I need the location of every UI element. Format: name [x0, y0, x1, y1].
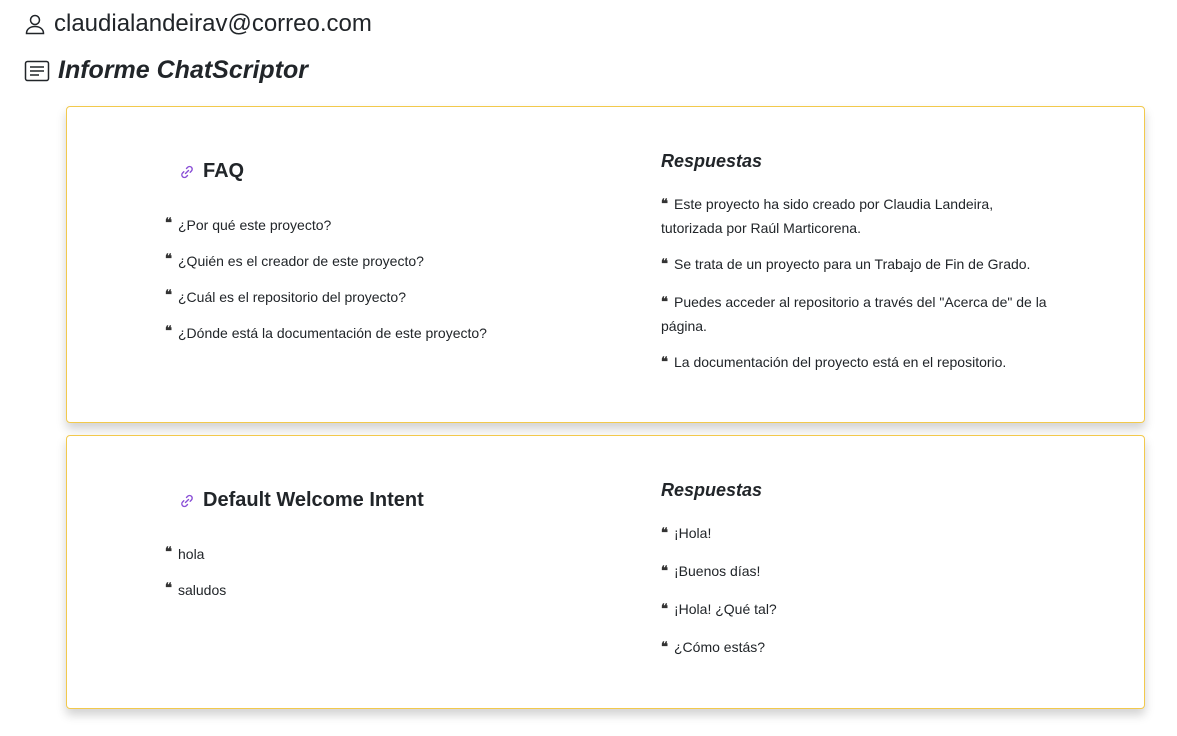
- response-text: Se trata de un proyecto para un Trabajo …: [674, 256, 1031, 272]
- intent-card-faq: FAQ ❝ ¿Por qué este proyecto? ❝ ¿Quién es …: [66, 106, 1145, 423]
- responses-title: Respuestas: [661, 480, 763, 500]
- link-icon[interactable]: [179, 164, 195, 180]
- response-text: ¿Cómo estás?: [674, 639, 766, 655]
- intent-name: FAQ: [203, 160, 245, 182]
- quote-icon: ❝: [165, 545, 172, 560]
- list-item: ❝ ¡Hola!: [661, 522, 1051, 546]
- question-text: hola: [178, 546, 205, 562]
- list-item: ❝ hola: [165, 544, 585, 564]
- question-text: ¿Quién es el creador de este proyecto?: [178, 253, 424, 269]
- question-text: saludos: [178, 582, 227, 598]
- user-icon: [24, 13, 46, 35]
- link-icon[interactable]: [179, 493, 195, 509]
- response-text: ¡Hola! ¿Qué tal?: [674, 601, 777, 617]
- question-text: ¿Por qué este proyecto?: [178, 217, 332, 233]
- quote-icon: ❝: [165, 288, 172, 303]
- list-item: ❝ ¿Cómo estás?: [661, 636, 1051, 660]
- quote-icon: ❝: [661, 526, 668, 541]
- intent-title: Default Welcome Intent: [179, 489, 424, 512]
- list-item: ❝ Se trata de un proyecto para un Trabajo…: [661, 253, 1051, 277]
- response-list: ❝ Este proyecto ha sido creado por Claudi…: [661, 193, 1051, 389]
- question-list: ❝ ¿Por qué este proyecto? ❝ ¿Quién es el c…: [165, 215, 585, 359]
- intent-card-welcome: Default Welcome Intent ❝ hola ❝ saludos Re…: [66, 435, 1145, 709]
- response-text: Este proyecto ha sido creado por Claudia…: [661, 196, 994, 236]
- quote-icon: ❝: [661, 640, 668, 655]
- response-text: ¡Hola!: [674, 525, 712, 541]
- response-list: ❝ ¡Hola! ❝ ¡Buenos días! ❝ ¡Hola! ¿Qué tal?…: [661, 522, 1051, 674]
- user-header: claudialandeirav@correo.com: [24, 10, 372, 38]
- question-text: ¿Cuál es el repositorio del proyecto?: [178, 289, 407, 305]
- responses-title: Respuestas: [661, 151, 763, 171]
- list-item: ❝ Puedes acceder al repositorio a través …: [661, 291, 1051, 337]
- response-text: Puedes acceder al repositorio a través d…: [661, 294, 1047, 334]
- quote-icon: ❝: [165, 252, 172, 267]
- list-item: ❝ La documentación del proyecto está en e…: [661, 351, 1051, 375]
- list-item: ❝ ¡Hola! ¿Qué tal?: [661, 598, 1051, 622]
- intent-name: Default Welcome Intent: [203, 489, 424, 511]
- quote-icon: ❝: [165, 324, 172, 339]
- list-item: ❝ ¿Por qué este proyecto?: [165, 215, 585, 235]
- list-item: ❝ ¡Buenos días!: [661, 560, 1051, 584]
- quote-icon: ❝: [661, 355, 668, 370]
- quote-icon: ❝: [165, 581, 172, 596]
- quote-icon: ❝: [661, 197, 668, 212]
- response-text: ¡Buenos días!: [674, 563, 761, 579]
- response-text: La documentación del proyecto está en el…: [674, 354, 1007, 370]
- user-email: claudialandeirav@correo.com: [54, 10, 372, 37]
- question-list: ❝ hola ❝ saludos: [165, 544, 585, 616]
- list-item: ❝ ¿Dónde está la documentación de este pr…: [165, 323, 585, 343]
- list-item: ❝ Este proyecto ha sido creado por Claudi…: [661, 193, 1051, 239]
- list-item: ❝ ¿Cuál es el repositorio del proyecto?: [165, 287, 585, 307]
- quote-icon: ❝: [661, 602, 668, 617]
- list-item: ❝ saludos: [165, 580, 585, 600]
- question-text: ¿Dónde está la documentación de este pro…: [178, 325, 487, 341]
- quote-icon: ❝: [661, 257, 668, 272]
- report-header: Informe ChatScriptor: [24, 56, 308, 85]
- report-title: Informe ChatScriptor: [58, 56, 309, 84]
- quote-icon: ❝: [661, 295, 668, 310]
- document-icon: [24, 60, 50, 82]
- intent-title: FAQ: [179, 160, 244, 183]
- list-item: ❝ ¿Quién es el creador de este proyecto?: [165, 251, 585, 271]
- quote-icon: ❝: [165, 216, 172, 231]
- quote-icon: ❝: [661, 564, 668, 579]
